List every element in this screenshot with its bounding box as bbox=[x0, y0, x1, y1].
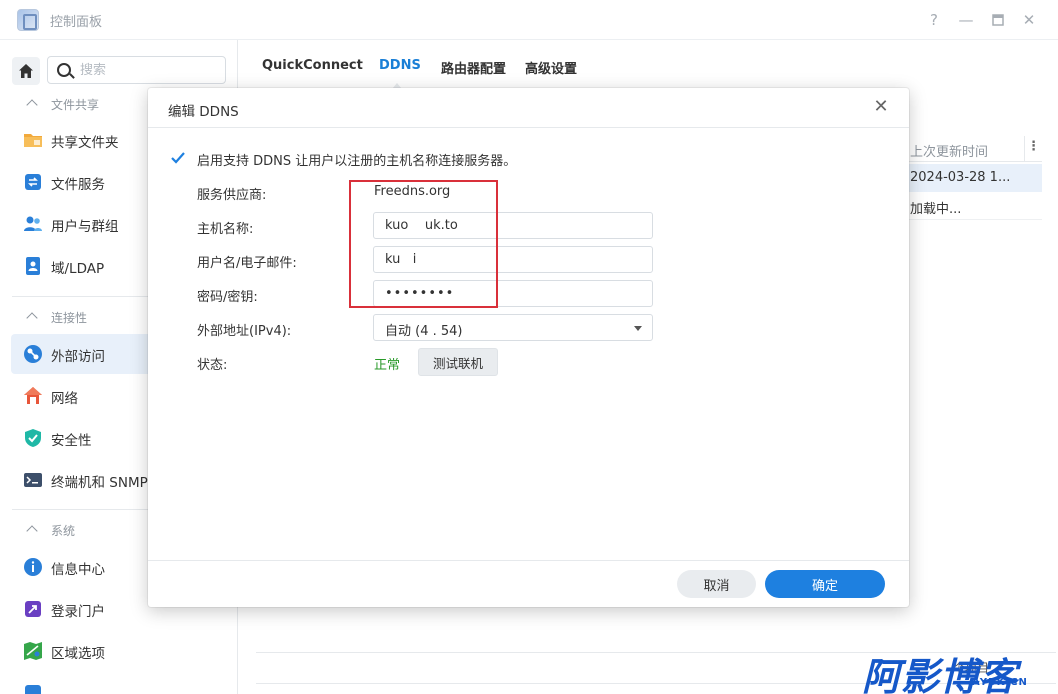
enable-ddns-checkbox[interactable] bbox=[170, 150, 186, 166]
home-button[interactable] bbox=[12, 57, 40, 85]
section-label: 系统 bbox=[51, 524, 76, 538]
window-titlebar: 控制面板 ? — ✕ bbox=[0, 0, 1058, 40]
sidebar-item-label: 文件服务 bbox=[51, 177, 105, 193]
window-title: 控制面板 bbox=[50, 15, 103, 30]
table-cell: 加载中... bbox=[910, 202, 962, 217]
home-icon bbox=[19, 64, 33, 78]
dropdown-caret-icon bbox=[634, 326, 642, 331]
highlight-annotation-box bbox=[349, 180, 498, 308]
sidebar-item-regional-options[interactable]: 区域选项 bbox=[11, 631, 238, 671]
table-row[interactable]: 加载中... bbox=[908, 192, 1042, 220]
status-value: 正常 bbox=[374, 358, 401, 373]
shield-icon bbox=[25, 429, 41, 447]
column-header-last-update[interactable]: 上次更新时间 ⋮ bbox=[908, 136, 1042, 162]
close-window-icon[interactable]: ✕ bbox=[1019, 10, 1039, 30]
tab-advanced-settings[interactable]: 高级设置 bbox=[525, 58, 577, 77]
close-icon[interactable]: ✕ bbox=[870, 96, 892, 118]
enable-ddns-label: 启用支持 DDNS 让用户以注册的主机名称连接服务器。 bbox=[197, 154, 517, 169]
sidebar-item-label: 终端机和 SNMP bbox=[51, 475, 148, 491]
search-input[interactable] bbox=[80, 61, 220, 79]
username-label: 用户名/电子邮件: bbox=[197, 256, 297, 271]
external-ip-value: 自动 (4 . 54) bbox=[385, 324, 463, 339]
notification-icon bbox=[25, 685, 41, 694]
table-row[interactable]: 2024-03-28 1... bbox=[908, 164, 1042, 192]
external-access-icon bbox=[24, 345, 42, 363]
sidebar-item-label: 安全性 bbox=[51, 433, 92, 449]
file-services-icon bbox=[25, 174, 41, 190]
search-box[interactable] bbox=[47, 56, 226, 84]
watermark-sub-text: AYBK.CN bbox=[972, 677, 1028, 688]
domain-icon bbox=[26, 257, 40, 275]
password-label: 密码/密钥: bbox=[197, 290, 258, 305]
tab-ddns[interactable]: DDNS bbox=[379, 58, 421, 73]
sidebar-item-label: 区域选项 bbox=[51, 646, 105, 662]
dialog-footer-divider bbox=[148, 560, 909, 561]
folder-icon bbox=[24, 134, 42, 147]
sidebar-item-partial[interactable] bbox=[11, 673, 238, 694]
ok-button[interactable]: 确定 bbox=[765, 570, 885, 598]
login-portal-icon bbox=[25, 601, 41, 617]
terminal-icon bbox=[24, 473, 42, 487]
section-label: 连接性 bbox=[51, 311, 88, 325]
control-panel-icon bbox=[17, 9, 39, 31]
dialog-divider bbox=[148, 127, 909, 128]
cancel-button[interactable]: 取消 bbox=[677, 570, 756, 598]
provider-label: 服务供应商: bbox=[197, 188, 267, 203]
users-icon bbox=[24, 216, 42, 231]
sidebar-item-label: 共享文件夹 bbox=[51, 135, 119, 151]
tab-quickconnect[interactable]: QuickConnect bbox=[262, 58, 363, 73]
sidebar-item-label: 用户与群组 bbox=[51, 219, 119, 235]
search-icon bbox=[57, 63, 71, 77]
dialog-title: 编辑 DDNS bbox=[168, 104, 239, 120]
network-house-icon bbox=[24, 387, 42, 404]
tab-router-config[interactable]: 路由器配置 bbox=[441, 58, 506, 77]
edit-ddns-dialog: 编辑 DDNS ✕ 启用支持 DDNS 让用户以注册的主机名称连接服务器。 服务… bbox=[148, 88, 909, 607]
external-ip-label: 外部地址(IPv4): bbox=[197, 324, 292, 339]
chevron-up-icon bbox=[26, 525, 38, 537]
minimize-icon[interactable]: — bbox=[956, 10, 976, 30]
sidebar-item-label: 登录门户 bbox=[51, 604, 105, 620]
sidebar-item-label: 网络 bbox=[51, 391, 78, 407]
test-connection-button[interactable]: 测试联机 bbox=[418, 348, 498, 376]
help-icon[interactable]: ? bbox=[924, 10, 944, 30]
column-menu-icon[interactable]: ⋮ bbox=[1024, 136, 1042, 162]
sidebar-item-label: 外部访问 bbox=[51, 349, 105, 365]
chevron-up-icon bbox=[26, 312, 38, 324]
watermark-logo: 阿影博客 AYBK.CN bbox=[862, 646, 1058, 694]
column-header-label: 上次更新时间 bbox=[910, 145, 989, 160]
status-label: 状态: bbox=[197, 358, 228, 373]
external-ip-select[interactable]: 自动 (4 . 54) bbox=[373, 314, 653, 341]
map-icon bbox=[24, 642, 42, 660]
sidebar-item-label: 域/LDAP bbox=[51, 261, 105, 277]
info-icon bbox=[24, 558, 42, 576]
maximize-icon[interactable] bbox=[988, 10, 1008, 30]
table-cell: 2024-03-28 1... bbox=[910, 170, 1011, 185]
sidebar-item-label: 信息中心 bbox=[51, 562, 105, 578]
chevron-up-icon bbox=[26, 99, 38, 111]
hostname-label: 主机名称: bbox=[197, 222, 254, 237]
section-label: 文件共享 bbox=[51, 98, 100, 112]
